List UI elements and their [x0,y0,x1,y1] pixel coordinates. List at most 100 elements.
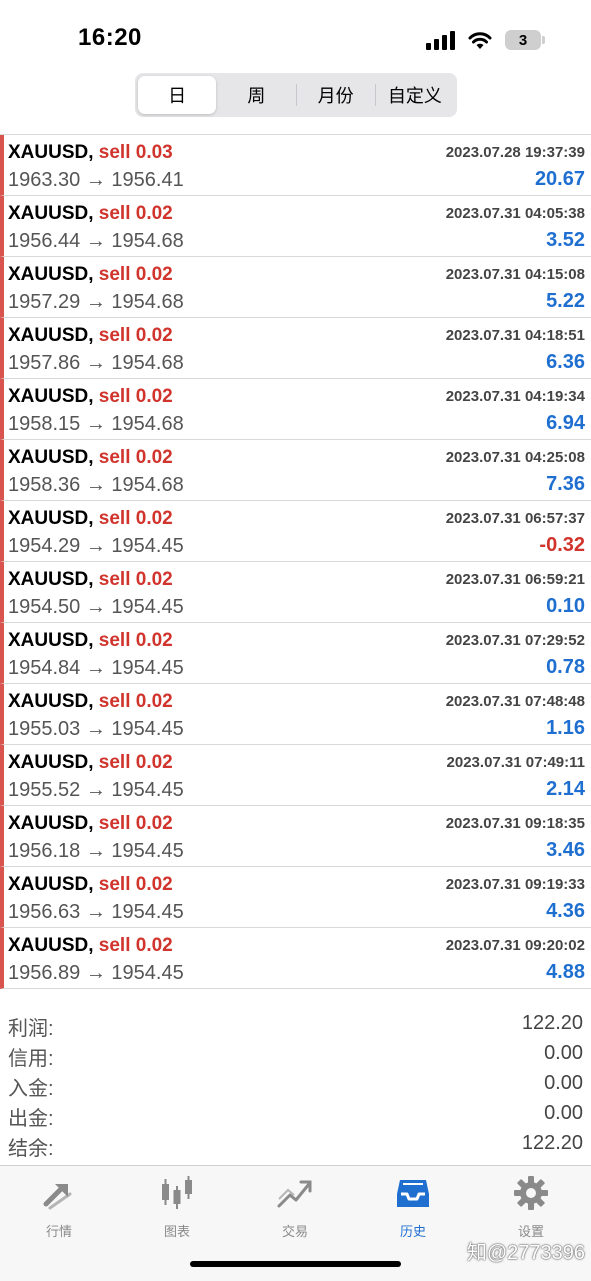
order-prices: 1956.18 → 1954.45 [8,840,184,862]
summary-row: 结余: 122.20 [0,1130,591,1160]
period-tab-2[interactable]: 月份 [297,76,375,114]
order-row[interactable]: XAUUSD, sell 0.02 2023.07.31 04:25:08 1958… [0,440,591,501]
order-profit: 3.46 [546,839,585,861]
summary-value: 122.20 [521,1132,583,1154]
order-side: sell 0.02 [98,874,173,895]
order-symbol-line: XAUUSD, sell 0.02 [8,203,173,225]
order-symbol: XAUUSD, [8,874,94,895]
account-summary: 利润: 122.20 信用: 0.00 入金: 0.00 出金: 0.00 结余: 122.20 [0,1010,591,1160]
summary-value: 0.00 [544,1102,583,1124]
period-selector: 日周月份 自定义 [135,73,457,117]
order-row[interactable]: XAUUSD, sell 0.02 2023.07.31 09:20:02 1956… [0,928,591,989]
order-row[interactable]: XAUUSD, sell 0.02 2023.07.31 06:59:21 1954… [0,562,591,623]
order-prices: 1955.03 → 1954.45 [8,718,184,740]
summary-value: 0.00 [544,1072,583,1094]
order-side: sell 0.02 [98,386,173,407]
order-row[interactable]: XAUUSD, sell 0.02 2023.07.31 04:05:38 1956… [0,196,591,257]
tab-candlestick-chart[interactable]: 图表 [118,1174,236,1239]
order-side: sell 0.02 [98,813,173,834]
tab-gear[interactable]: 设置 [472,1174,590,1239]
order-side: sell 0.02 [98,691,173,712]
order-side: sell 0.03 [98,142,173,163]
order-profit: 5.22 [546,290,585,312]
order-symbol: XAUUSD, [8,752,94,773]
order-symbol: XAUUSD, [8,691,94,712]
order-prices: 1958.36 → 1954.68 [8,474,184,496]
order-profit: -0.32 [539,534,585,556]
order-symbol-line: XAUUSD, sell 0.02 [8,752,173,774]
order-prices: 1955.52 → 1954.45 [8,779,184,801]
order-symbol-line: XAUUSD, sell 0.02 [8,935,173,957]
tab-quotes-arrows[interactable]: 行情 [0,1174,118,1239]
order-row[interactable]: XAUUSD, sell 0.02 2023.07.31 09:19:33 1956… [0,867,591,928]
order-prices: 1954.50 → 1954.45 [8,596,184,618]
order-row[interactable]: XAUUSD, sell 0.02 2023.07.31 04:19:34 1958… [0,379,591,440]
order-row[interactable]: XAUUSD, sell 0.03 2023.07.28 19:37:39 1963… [0,135,591,196]
order-time: 2023.07.31 04:18:51 [445,327,585,344]
history-inbox-icon [394,1174,432,1217]
order-symbol: XAUUSD, [8,508,94,529]
tab-label: 行情 [45,1224,72,1239]
order-row[interactable]: XAUUSD, sell 0.02 2023.07.31 04:18:51 1957… [0,318,591,379]
order-symbol: XAUUSD, [8,935,94,956]
order-side: sell 0.02 [98,447,173,468]
trade-trend-icon [276,1174,314,1217]
summary-label: 结余: [8,1138,54,1160]
summary-row: 信用: 0.00 [0,1040,591,1070]
order-symbol-line: XAUUSD, sell 0.02 [8,508,173,530]
order-symbol-line: XAUUSD, sell 0.02 [8,447,173,469]
order-symbol-line: XAUUSD, sell 0.02 [8,630,173,652]
order-prices: 1957.86 → 1954.68 [8,352,184,374]
order-prices: 1958.15 → 1954.68 [8,413,184,435]
order-symbol-line: XAUUSD, sell 0.03 [8,142,173,164]
order-time: 2023.07.31 04:05:38 [445,205,585,222]
order-time: 2023.07.31 04:25:08 [445,449,585,466]
order-profit: 4.88 [546,961,585,983]
period-tab-0[interactable]: 日 [138,76,217,114]
order-prices: 1957.29 → 1954.68 [8,291,184,313]
order-prices: 1956.89 → 1954.45 [8,962,184,984]
order-profit: 6.36 [546,351,585,373]
period-tab-3[interactable]: 自定义 [376,76,454,114]
tab-history-inbox[interactable]: 历史 [354,1174,472,1239]
order-symbol: XAUUSD, [8,569,94,590]
order-symbol-line: XAUUSD, sell 0.02 [8,691,173,713]
period-tab-1[interactable]: 周 [217,76,295,114]
order-row[interactable]: XAUUSD, sell 0.02 2023.07.31 07:48:48 1955… [0,684,591,745]
order-symbol: XAUUSD, [8,142,94,163]
order-symbol: XAUUSD, [8,630,94,651]
order-time: 2023.07.31 06:57:37 [445,510,585,527]
order-time: 2023.07.31 07:48:48 [445,693,585,710]
summary-value: 0.00 [544,1042,583,1064]
summary-row: 入金: 0.00 [0,1070,591,1100]
order-symbol-line: XAUUSD, sell 0.02 [8,386,173,408]
order-time: 2023.07.31 09:18:35 [445,815,585,832]
summary-label: 入金: [8,1078,54,1100]
order-profit: 0.78 [546,656,585,678]
tab-trade-trend[interactable]: 交易 [236,1174,354,1239]
order-side: sell 0.02 [98,325,173,346]
order-row[interactable]: XAUUSD, sell 0.02 2023.07.31 07:49:11 1955… [0,745,591,806]
order-symbol: XAUUSD, [8,203,94,224]
order-time: 2023.07.31 09:20:02 [445,937,585,954]
order-row[interactable]: XAUUSD, sell 0.02 2023.07.31 06:57:37 1954… [0,501,591,562]
order-time: 2023.07.28 19:37:39 [445,144,585,161]
order-row[interactable]: XAUUSD, sell 0.02 2023.07.31 04:15:08 1957… [0,257,591,318]
order-symbol: XAUUSD, [8,813,94,834]
order-prices: 1956.44 → 1954.68 [8,230,184,252]
watermark: 知@2773396 [466,1242,585,1264]
order-time: 2023.07.31 06:59:21 [445,571,585,588]
order-profit: 20.67 [534,168,585,190]
tab-label: 历史 [399,1224,426,1239]
gear-icon [512,1174,550,1217]
order-row[interactable]: XAUUSD, sell 0.02 2023.07.31 07:29:52 1954… [0,623,591,684]
order-row[interactable]: XAUUSD, sell 0.02 2023.07.31 09:18:35 1956… [0,806,591,867]
order-side: sell 0.02 [98,630,173,651]
order-time: 2023.07.31 04:19:34 [445,388,585,405]
order-profit: 4.36 [546,900,585,922]
order-prices: 1954.84 → 1954.45 [8,657,184,679]
order-side: sell 0.02 [98,569,173,590]
summary-row: 出金: 0.00 [0,1100,591,1130]
order-side: sell 0.02 [98,264,173,285]
order-side: sell 0.02 [98,508,173,529]
